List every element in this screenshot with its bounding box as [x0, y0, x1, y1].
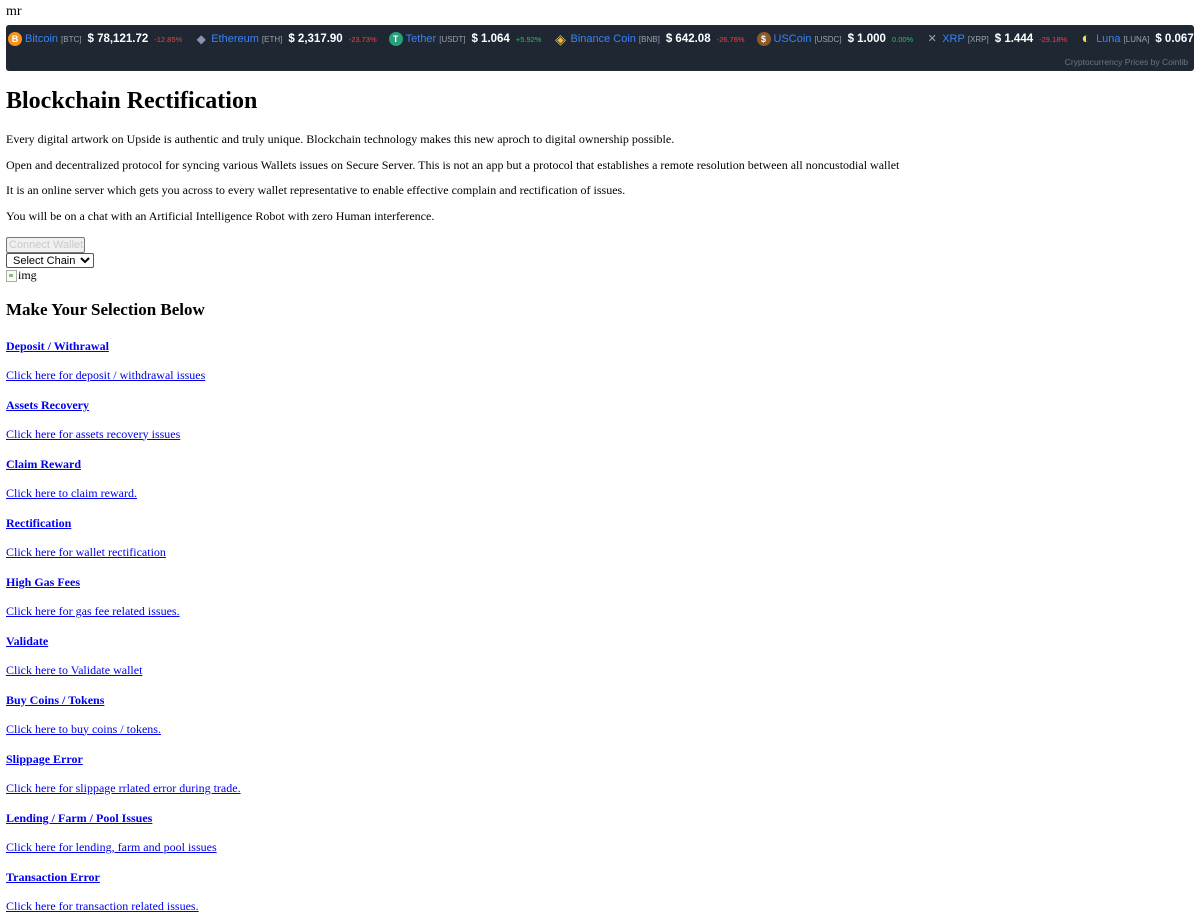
ethereum-icon: ◆ [196, 32, 206, 46]
intro-paragraph-1: Every digital artwork on Upside is authe… [6, 132, 675, 146]
select-chain-dropdown[interactable]: Select Chain [6, 252, 94, 268]
page-wrapper: mr B Bitcoin [BTC] $ 78,121.72 -12.85% ◆ Ether… [0, 0, 1200, 913]
selection-action-link[interactable]: Click here for wallet rectification [6, 545, 1194, 559]
ticker-coin-change: -23.73% [348, 34, 377, 44]
ticker-credit[interactable]: Cryptocurrency Prices by Coinlib [1065, 57, 1188, 67]
ticker-coin-symbol: [ETH] [261, 34, 283, 44]
ticker-coin[interactable]: B Bitcoin [BTC] $ 78,121.72 -12.85% [8, 32, 182, 46]
broken-image-icon [6, 269, 17, 282]
top-text: mr [6, 4, 22, 19]
xrp-icon: ✕ [925, 32, 940, 46]
connect-wallet-button[interactable]: Connect Wallet [6, 236, 85, 253]
tether-icon: T [388, 32, 403, 46]
ticker-coin-change: -29.18% [1039, 34, 1068, 44]
uscoin-icon: $ [756, 32, 771, 46]
intro-paragraph-2: Open and decentralized protocol for sync… [6, 157, 900, 172]
selection-action-link[interactable]: Click here for deposit / withdrawal issu… [6, 368, 1194, 382]
selection-title-link[interactable]: Transaction Error [6, 870, 1194, 884]
ticker-coin-symbol: [XRP] [967, 34, 989, 44]
ticker-coin-symbol: [USDC] [814, 34, 842, 44]
selection-title-link[interactable]: Buy Coins / Tokens [6, 693, 1194, 707]
ticker-coin[interactable]: T Tether [USDT] $ 1.064 +5.92% [388, 32, 542, 46]
ticker-coin-change: -26.76% [716, 34, 745, 44]
selection-item: Transaction Error Click here for transact… [6, 870, 1194, 913]
intro-paragraph-3: It is an online server which gets you ac… [6, 183, 626, 197]
ticker-coin-price: $ 1.000 [847, 33, 886, 45]
selection-item: Rectification Click here for wallet recti… [6, 516, 1194, 559]
selection-list: Deposit / Withrawal Click here for deposi… [6, 339, 1194, 913]
selection-title-link[interactable]: Slippage Error [6, 752, 1194, 766]
ticker-coin-price: $ 1.064 [471, 33, 510, 45]
luna-icon: ◐ [1081, 30, 1091, 47]
selection-heading: Make Your Selection Below [6, 299, 205, 319]
selection-action-link[interactable]: Click here to Validate wallet [6, 663, 1194, 677]
ticker-coin-price: $ 642.08 [665, 33, 711, 45]
ticker-coin-change: 0.00% [891, 34, 914, 44]
selection-title-link[interactable]: Deposit / Withrawal [6, 339, 1194, 353]
ticker-coin-name: USCoin [773, 33, 812, 45]
ticker-coin[interactable]: $ USCoin [USDC] $ 1.000 0.00% [756, 32, 914, 46]
intro-paragraph-4: You will be on a chat with an Artificial… [6, 208, 435, 223]
ticker-coin-change: -12.85% [154, 34, 183, 44]
ticker-coin-symbol: [BNB] [638, 34, 660, 44]
selection-action-link[interactable]: Click here for assets recovery issues [6, 427, 1194, 441]
ticker-coin-name: Luna [1096, 33, 1121, 45]
selection-title-link[interactable]: Lending / Farm / Pool Issues [6, 811, 1194, 825]
selection-item: Claim Reward Click here to claim reward. [6, 457, 1194, 500]
selection-item: Validate Click here to Validate wallet [6, 634, 1194, 677]
selection-title-link[interactable]: Rectification [6, 516, 1194, 530]
selection-item: Deposit / Withrawal Click here for deposi… [6, 339, 1194, 382]
page-title: Blockchain Rectification [6, 88, 258, 114]
selection-item: Lending / Farm / Pool Issues Click here f… [6, 811, 1194, 854]
bitcoin-icon: B [8, 32, 22, 46]
ticker-coin-symbol: [USDT] [439, 34, 466, 44]
ticker-coin-symbol: [BTC] [61, 34, 82, 44]
selection-item: Buy Coins / Tokens Click here to buy coin… [6, 693, 1194, 736]
selection-action-link[interactable]: Click here for lending, farm and pool is… [6, 840, 1194, 854]
selection-item: Slippage Error Click here for slippage rr… [6, 752, 1194, 795]
ticker-coin-change: +5.92% [515, 34, 542, 44]
selection-title-link[interactable]: Assets Recovery [6, 398, 1194, 412]
ticker-coin[interactable]: ✕ XRP [XRP] $ 1.444 -29.18% [925, 32, 1067, 46]
selection-title-link[interactable]: High Gas Fees [6, 575, 1194, 589]
ticker-coin-price: $ 2,317.90 [288, 33, 343, 45]
ticker-coin-price: $ 0.067 [1155, 33, 1194, 45]
ticker-coin[interactable]: ◆ Ethereum [ETH] $ 2,317.90 -23.73% [194, 32, 377, 46]
selection-action-link[interactable]: Click here to buy coins / tokens. [6, 722, 1194, 736]
selection-action-link[interactable]: Click here for slippage rrlated error du… [6, 781, 1194, 795]
selection-item: Assets Recovery Click here for assets rec… [6, 398, 1194, 441]
ticker-coin-name: XRP [942, 33, 965, 45]
selection-title-link[interactable]: Claim Reward [6, 457, 1194, 471]
ticker-coin-name: Bitcoin [25, 33, 59, 45]
ticker-coin-name: Ethereum [211, 33, 259, 45]
binance-icon: ◈ [555, 31, 566, 47]
ticker-coin-symbol: [LUNA] [1123, 34, 1150, 44]
selection-action-link[interactable]: Click here for transaction related issue… [6, 899, 1194, 913]
ticker-coin-name: Binance Coin [570, 33, 636, 45]
broken-image: img [6, 268, 1194, 283]
ticker-coin[interactable]: ◐Luna[LUNA]$ 0.067- [1079, 30, 1194, 47]
broken-image-alt: img [18, 268, 37, 282]
ticker-coin-name: Tether [405, 33, 437, 45]
ticker-coin-price: $ 1.444 [994, 33, 1034, 45]
selection-title-link[interactable]: Validate [6, 634, 1194, 648]
ticker-row: B Bitcoin [BTC] $ 78,121.72 -12.85% ◆ Ethereum… [8, 30, 1194, 47]
selection-action-link[interactable]: Click here for gas fee related issues. [6, 604, 1194, 618]
ticker-coin[interactable]: ◈ Binance Coin [BNB] $ 642.08 -26.76% [553, 32, 744, 46]
ticker-coin-price: $ 78,121.72 [87, 33, 149, 45]
crypto-price-ticker[interactable]: B Bitcoin [BTC] $ 78,121.72 -12.85% ◆ Ethereum… [6, 25, 1194, 71]
selection-action-link[interactable]: Click here to claim reward. [6, 486, 1194, 500]
selection-item: High Gas Fees Click here for gas fee rela… [6, 575, 1194, 618]
